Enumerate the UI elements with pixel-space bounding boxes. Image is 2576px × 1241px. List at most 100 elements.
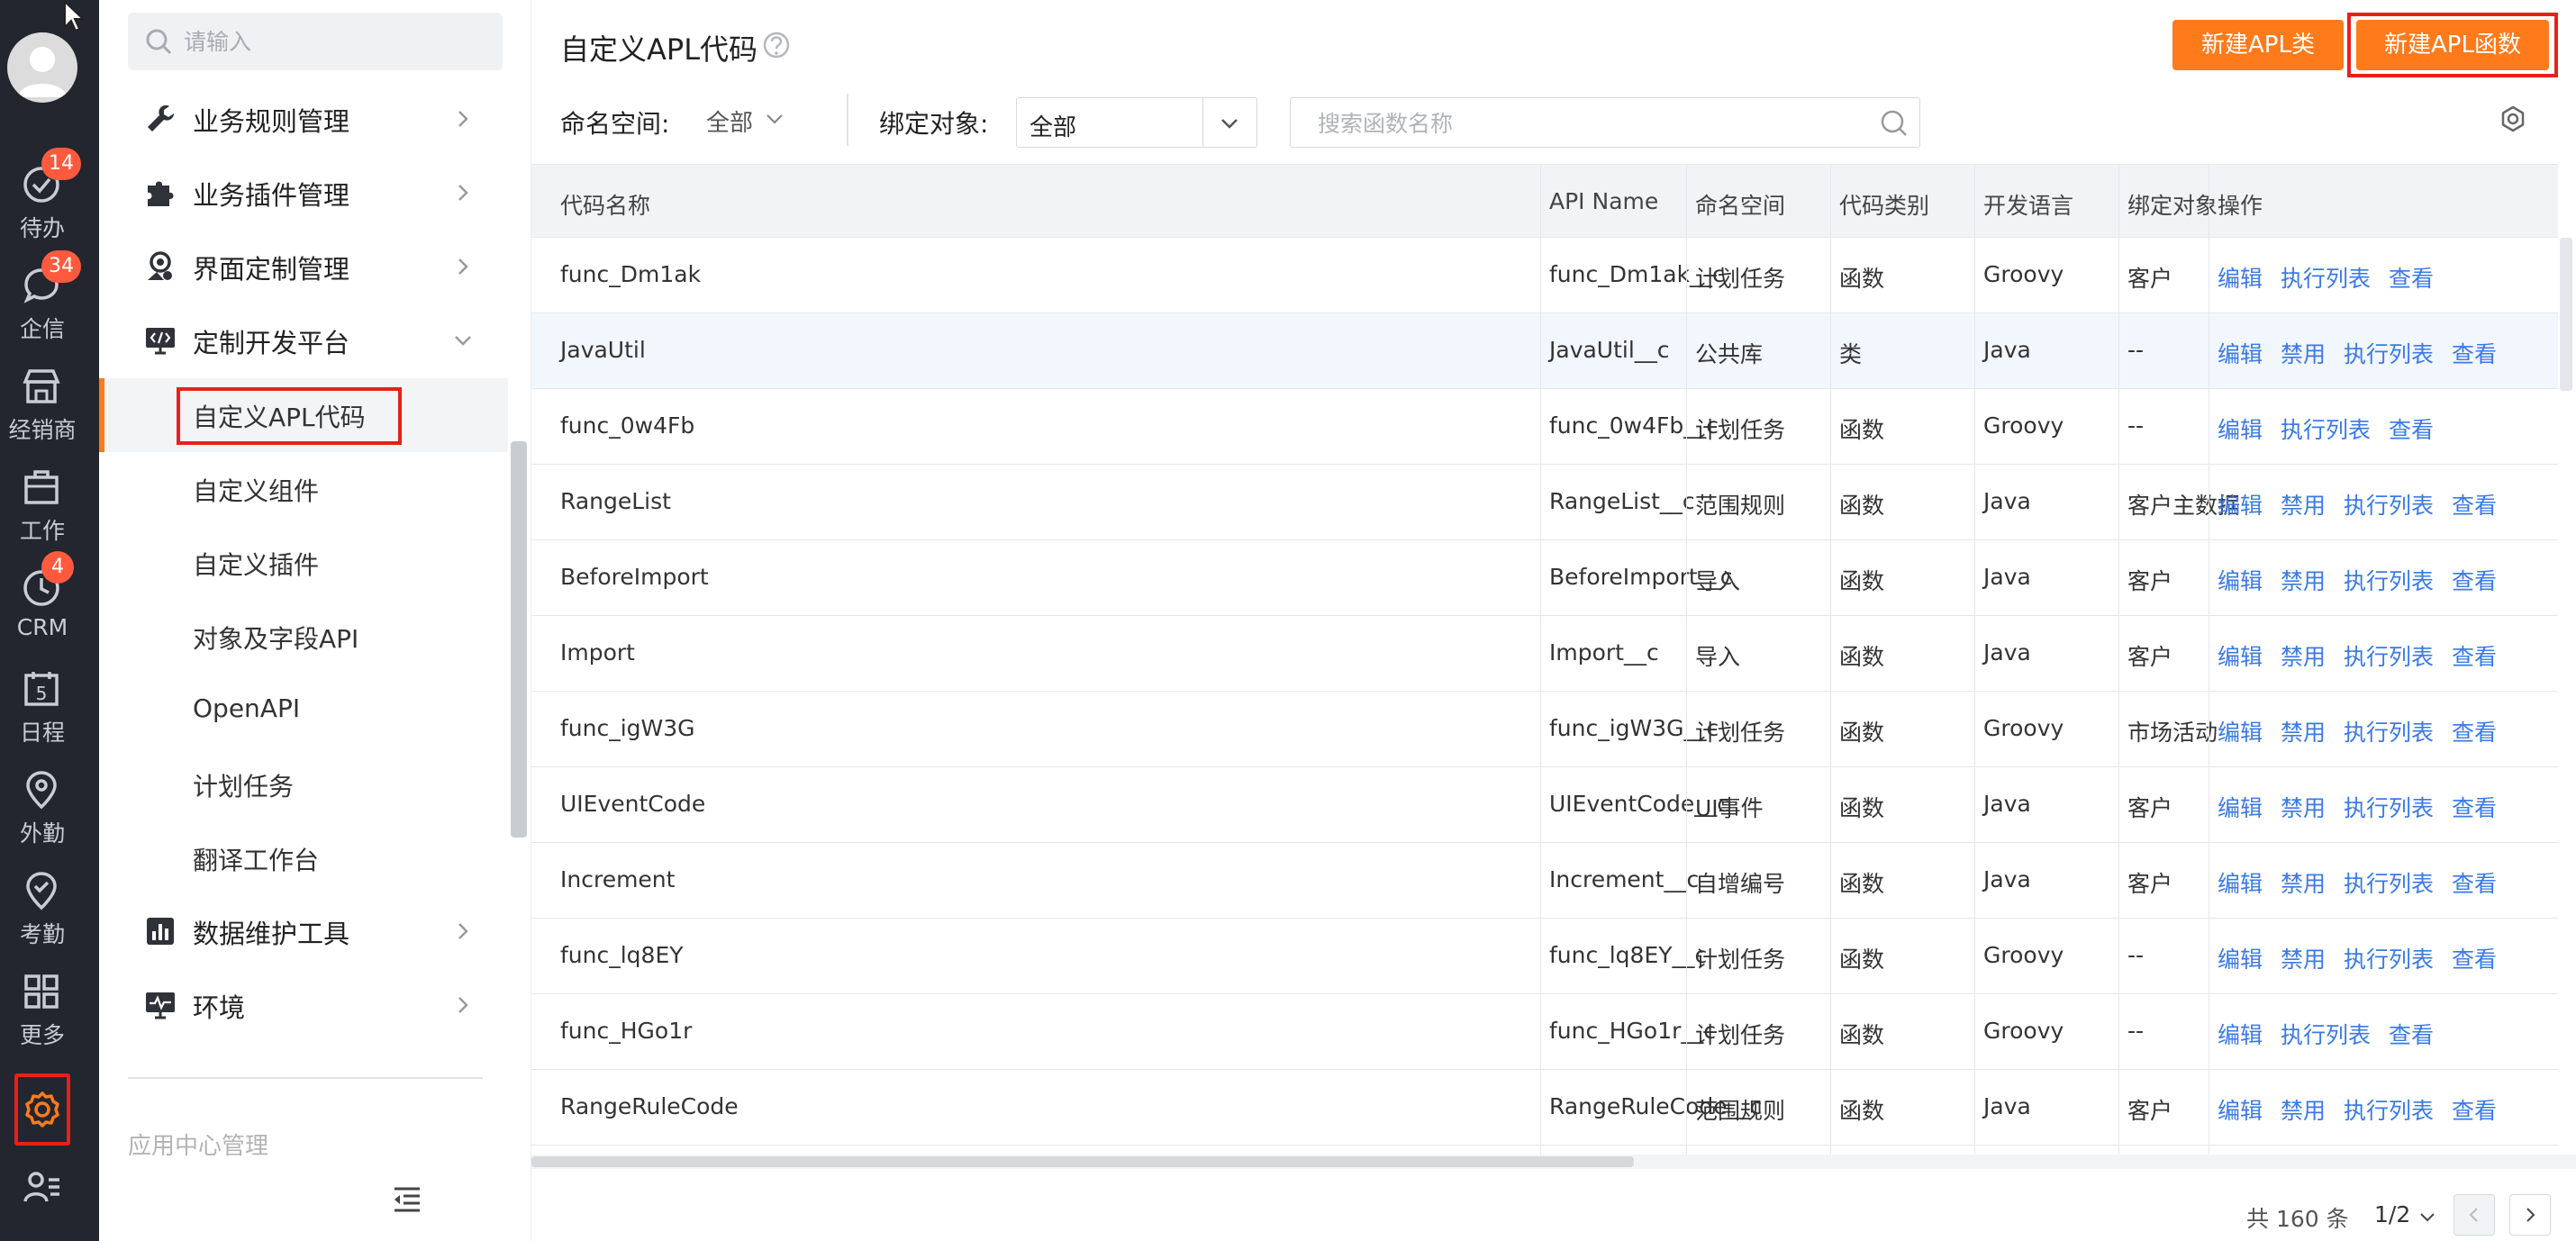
row-action-link[interactable]: 编辑 xyxy=(2218,871,2263,897)
row-action-link[interactable]: 执行列表 xyxy=(2344,644,2434,670)
table-row[interactable]: func_0w4Fb func_0w4Fb__c 计划任务 函数 Groovy -- 编辑执… xyxy=(531,389,2558,465)
sidebar-subitem-scheduled-tasks[interactable]: 计划任务 xyxy=(99,747,508,821)
table-row[interactable]: JavaUtil JavaUtil__c 公共库 类 Java -- 编辑 禁用 执行列表 查看 xyxy=(531,313,2558,389)
bind-object-select[interactable]: 全部 xyxy=(1016,97,1257,148)
row-action-link[interactable]: 执行列表 xyxy=(2344,795,2434,821)
rail-item-schedule[interactable]: 5 日程 xyxy=(0,659,99,756)
row-action-link[interactable]: 查看 xyxy=(2452,644,2497,670)
row-action-link[interactable]: 执行列表 xyxy=(2344,568,2434,594)
rail-item-dealer[interactable]: 经销商 xyxy=(0,357,99,454)
function-search-input[interactable] xyxy=(1318,107,1858,140)
row-action-link[interactable]: 执行列表 xyxy=(2281,417,2371,443)
rail-item-todo[interactable]: 待办 14 xyxy=(0,148,99,252)
chevron-down-icon[interactable] xyxy=(2417,1207,2437,1227)
row-action-link[interactable]: 编辑 xyxy=(2218,493,2263,519)
row-action-link[interactable]: 禁用 xyxy=(2281,568,2326,594)
row-action-link[interactable]: 编辑 xyxy=(2218,795,2263,821)
sidebar-item-data-maintenance[interactable]: 数据维护工具 xyxy=(99,895,531,969)
row-action-link[interactable]: 查看 xyxy=(2452,947,2497,973)
row-action-link[interactable]: 禁用 xyxy=(2281,644,2326,670)
prev-page-button[interactable] xyxy=(2454,1194,2495,1236)
sidebar-search[interactable] xyxy=(128,13,503,70)
help-icon[interactable] xyxy=(762,31,791,59)
table-row[interactable]: Increment Increment__c 自增编号 函数 Java 客户 编辑 禁用 执行列… xyxy=(531,843,2558,919)
table-row[interactable]: func_lq8EY func_lq8EY__c 计划任务 函数 Groovy -- 编辑禁… xyxy=(531,919,2558,994)
next-page-button[interactable] xyxy=(2509,1194,2551,1236)
row-action-link[interactable]: 执行列表 xyxy=(2344,720,2434,746)
page-select[interactable]: 1/2 xyxy=(2374,1201,2410,1227)
sidebar-subitem-custom-components[interactable]: 自定义组件 xyxy=(99,452,508,526)
sidebar-item-business-rules[interactable]: 业务规则管理 xyxy=(99,83,531,157)
table-row[interactable]: func_HGo1r func_HGo1r__c 计划任务 函数 Groovy -- 编辑执… xyxy=(531,994,2558,1070)
search-icon[interactable] xyxy=(1880,109,1909,138)
row-action-link[interactable]: 编辑 xyxy=(2218,341,2263,367)
row-action-link[interactable]: 执行列表 xyxy=(2344,341,2434,367)
namespace-select[interactable]: 全部 xyxy=(706,104,753,138)
row-action-link[interactable]: 查看 xyxy=(2452,568,2497,594)
settings-button[interactable] xyxy=(14,1073,70,1146)
row-action-link[interactable]: 查看 xyxy=(2389,266,2434,292)
table-row[interactable]: UIEventCode UIEventCode__c UI事件 函数 Java 客户 编辑禁… xyxy=(531,767,2558,843)
rail-item-more[interactable]: 更多 xyxy=(0,962,99,1059)
new-apl-function-button[interactable]: 新建APL函数 xyxy=(2356,20,2549,70)
sidebar-scrollbar[interactable] xyxy=(511,441,527,838)
sidebar-item-custom-dev-platform[interactable]: 定制开发平台 xyxy=(99,304,531,378)
rail-item-chat[interactable]: 企信 34 xyxy=(0,250,99,353)
table-horizontal-scroll-thumb[interactable] xyxy=(531,1156,1634,1167)
row-action-link[interactable]: 查看 xyxy=(2452,720,2497,746)
rail-item-crm[interactable]: CRM 4 xyxy=(0,551,99,656)
row-action-link[interactable]: 查看 xyxy=(2389,417,2434,443)
row-action-link[interactable]: 编辑 xyxy=(2218,1098,2263,1124)
rail-item-attendance[interactable]: 考勤 xyxy=(0,861,99,958)
row-action-link[interactable]: 查看 xyxy=(2452,493,2497,519)
row-action-link[interactable]: 查看 xyxy=(2452,795,2497,821)
function-search[interactable] xyxy=(1290,97,1920,148)
table-row[interactable]: Import Import__c 导入 函数 Java 客户 编辑 禁用 执行列表 查看 xyxy=(531,616,2558,692)
row-action-link[interactable]: 编辑 xyxy=(2218,644,2263,670)
user-list-icon[interactable] xyxy=(22,1167,63,1209)
row-action-link[interactable]: 禁用 xyxy=(2281,871,2326,897)
table-row[interactable]: BeforeImport BeforeImport__c 导入 函数 Java 客户 编辑禁… xyxy=(531,540,2558,616)
row-action-link[interactable]: 编辑 xyxy=(2218,720,2263,746)
column-settings-icon[interactable] xyxy=(2499,104,2527,133)
row-action-link[interactable]: 禁用 xyxy=(2281,947,2326,973)
table-row[interactable]: RangeRuleCode RangeRuleCode__c 范围规则 函数 Java 客… xyxy=(531,1070,2558,1146)
row-action-link[interactable]: 执行列表 xyxy=(2344,1098,2434,1124)
row-action-link[interactable]: 执行列表 xyxy=(2344,493,2434,519)
row-action-link[interactable]: 禁用 xyxy=(2281,795,2326,821)
new-apl-class-button[interactable]: 新建APL类 xyxy=(2172,20,2344,70)
row-action-link[interactable]: 禁用 xyxy=(2281,1098,2326,1124)
table-row[interactable]: func_igW3G func_igW3G__c 计划任务 函数 Groovy 市场活动编… xyxy=(531,692,2558,767)
row-action-link[interactable]: 查看 xyxy=(2452,871,2497,897)
sidebar-item-environment[interactable]: 环境 xyxy=(99,969,531,1043)
rail-item-work[interactable]: 工作 xyxy=(0,457,99,555)
sidebar-search-input[interactable] xyxy=(184,23,490,59)
sidebar-subitem-custom-plugins[interactable]: 自定义插件 xyxy=(99,526,508,600)
row-action-link[interactable]: 禁用 xyxy=(2281,341,2326,367)
sidebar-item-ui-customization[interactable]: 界面定制管理 xyxy=(99,231,531,304)
row-action-link[interactable]: 查看 xyxy=(2452,1098,2497,1124)
row-action-link[interactable]: 执行列表 xyxy=(2344,871,2434,897)
sidebar-subitem-custom-apl-code[interactable]: 自定义APL代码 xyxy=(99,378,508,452)
row-action-link[interactable]: 编辑 xyxy=(2218,568,2263,594)
row-action-link[interactable]: 执行列表 xyxy=(2281,1022,2371,1048)
table-row[interactable]: func_Dm1ak func_Dm1ak__c 计划任务 函数 Groovy 客户 编辑执… xyxy=(531,238,2558,313)
row-action-link[interactable]: 查看 xyxy=(2389,1022,2434,1048)
row-action-link[interactable]: 编辑 xyxy=(2218,947,2263,973)
sidebar-subitem-translation-workbench[interactable]: 翻译工作台 xyxy=(99,821,508,895)
row-action-link[interactable]: 编辑 xyxy=(2218,417,2263,443)
table-row[interactable]: RangeList RangeList__c 范围规则 函数 Java 客户主数据 编辑 禁用… xyxy=(531,465,2558,540)
row-action-link[interactable]: 查看 xyxy=(2452,341,2497,367)
row-action-link[interactable]: 编辑 xyxy=(2218,266,2263,292)
sidebar-subitem-object-field-api[interactable]: 对象及字段API xyxy=(99,600,508,674)
collapse-menu-icon[interactable] xyxy=(391,1185,423,1214)
row-action-link[interactable]: 执行列表 xyxy=(2344,947,2434,973)
row-action-link[interactable]: 禁用 xyxy=(2281,493,2326,519)
sidebar-subitem-openapi[interactable]: OpenAPI xyxy=(99,674,508,747)
row-action-link[interactable]: 执行列表 xyxy=(2281,266,2371,292)
chevron-down-icon[interactable] xyxy=(764,108,785,130)
row-action-link[interactable]: 编辑 xyxy=(2218,1022,2263,1048)
row-action-link[interactable]: 禁用 xyxy=(2281,720,2326,746)
rail-item-field[interactable]: 外勤 xyxy=(0,760,99,857)
user-avatar[interactable] xyxy=(7,32,77,103)
